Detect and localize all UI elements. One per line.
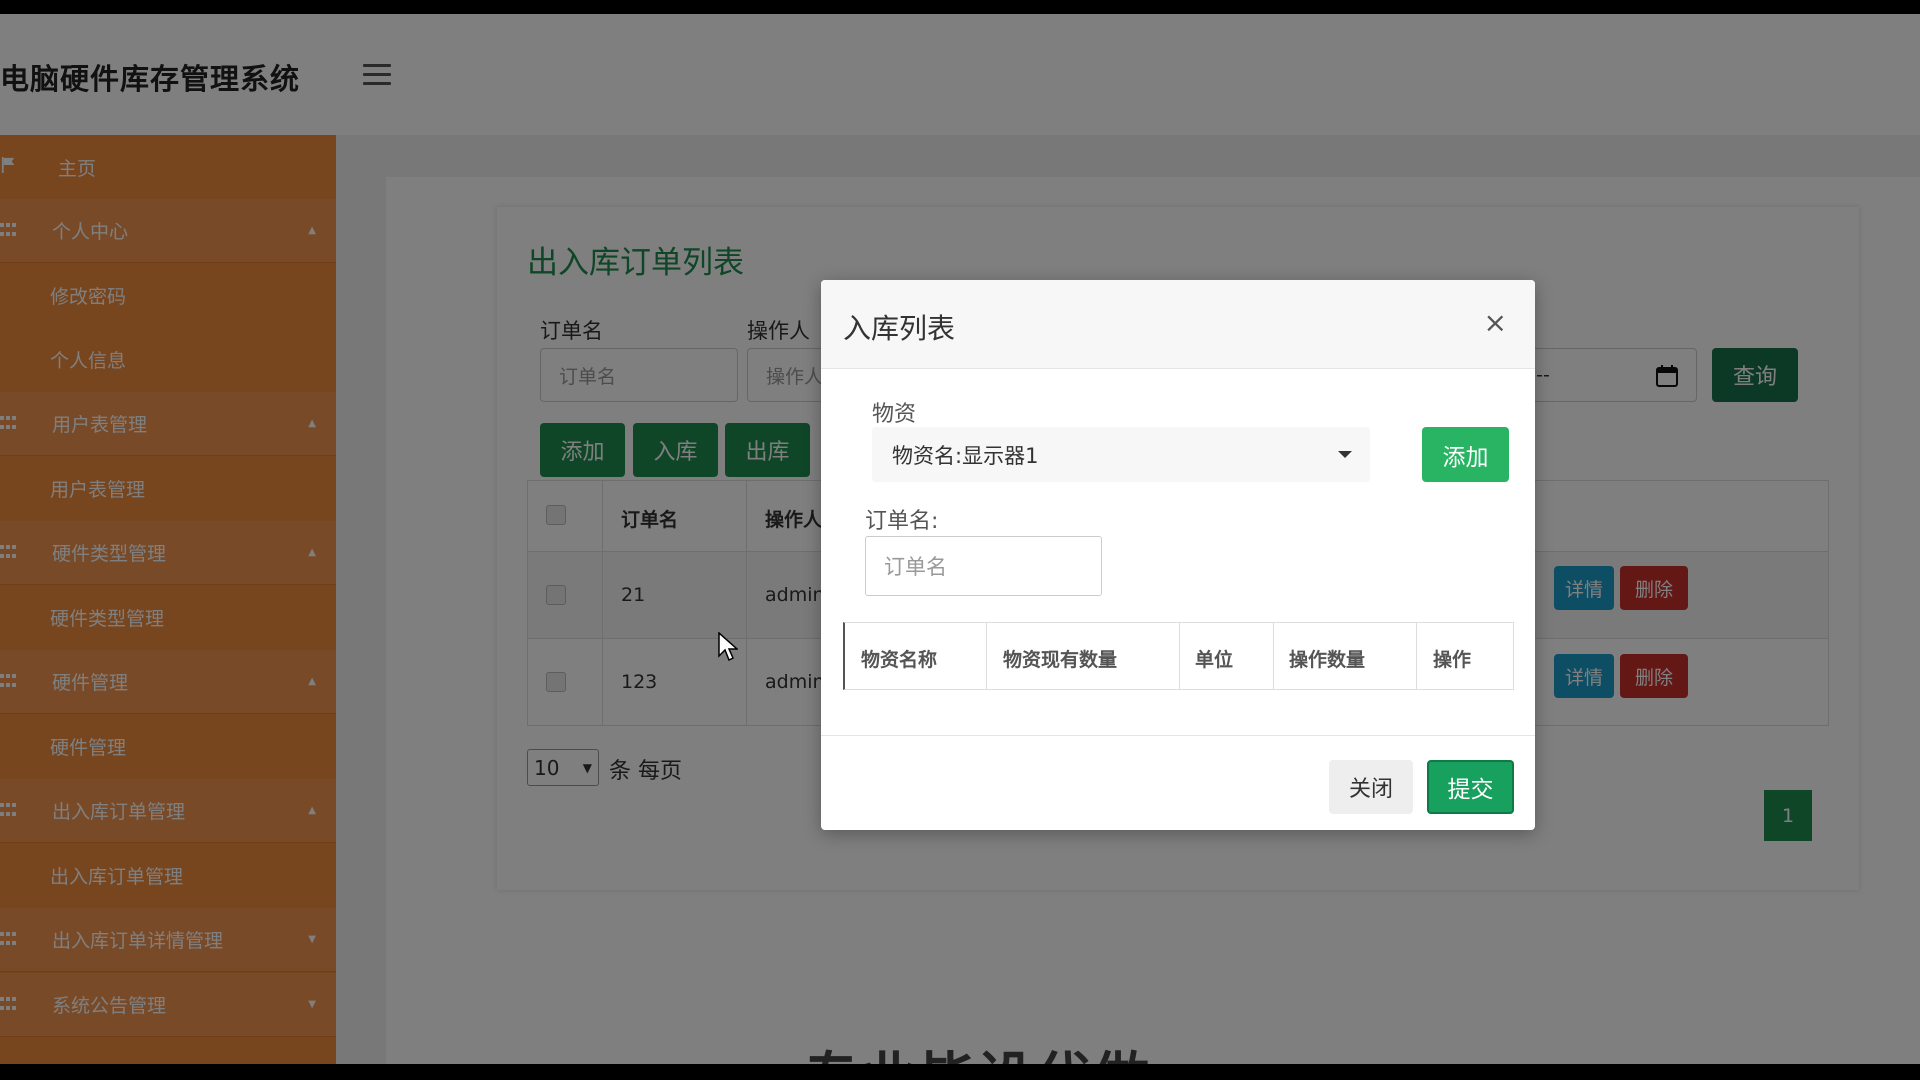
modal-footer-divider (821, 735, 1535, 736)
material-select[interactable]: 物资名:显示器1 (872, 427, 1370, 482)
screen: 电脑硬件库存管理系统 主页 个人中心 ▲ 修改密码 个人信息 用户表管理 ▲ (0, 14, 1920, 1064)
add-material-button[interactable]: 添加 (1422, 427, 1509, 482)
modal-order-name-input[interactable]: 订单名 (865, 536, 1102, 596)
modal-header: 入库列表 × (821, 280, 1535, 369)
column-header-material-name: 物资名称 (861, 649, 938, 671)
bottom-caption: 专业毕设代做 (803, 1034, 1151, 1064)
modal-title: 入库列表 (843, 312, 956, 345)
material-table: 物资名称 物资现有数量 单位 操作数量 操作 (843, 622, 1514, 690)
caret-down-icon (1338, 451, 1352, 458)
column-header-operation-quantity: 操作数量 (1289, 649, 1366, 671)
close-button[interactable]: 关闭 (1329, 760, 1413, 814)
close-icon[interactable]: × (1484, 306, 1507, 339)
column-divider (1179, 623, 1180, 689)
in-stock-modal: 入库列表 × 物资 物资名:显示器1 添加 订单名: 订单名 物资名称 物资现有… (821, 280, 1535, 830)
material-selected-value: 物资名:显示器1 (892, 443, 1039, 468)
column-divider (1273, 623, 1274, 689)
modal-order-name-label: 订单名: (865, 509, 939, 534)
submit-button[interactable]: 提交 (1427, 760, 1514, 814)
material-label: 物资 (872, 402, 917, 427)
column-header-operation: 操作 (1433, 649, 1472, 671)
column-header-unit: 单位 (1195, 649, 1234, 671)
mouse-cursor-icon (718, 632, 738, 662)
column-divider (986, 623, 987, 689)
column-header-current-quantity: 物资现有数量 (1003, 649, 1118, 671)
column-divider (1416, 623, 1417, 689)
